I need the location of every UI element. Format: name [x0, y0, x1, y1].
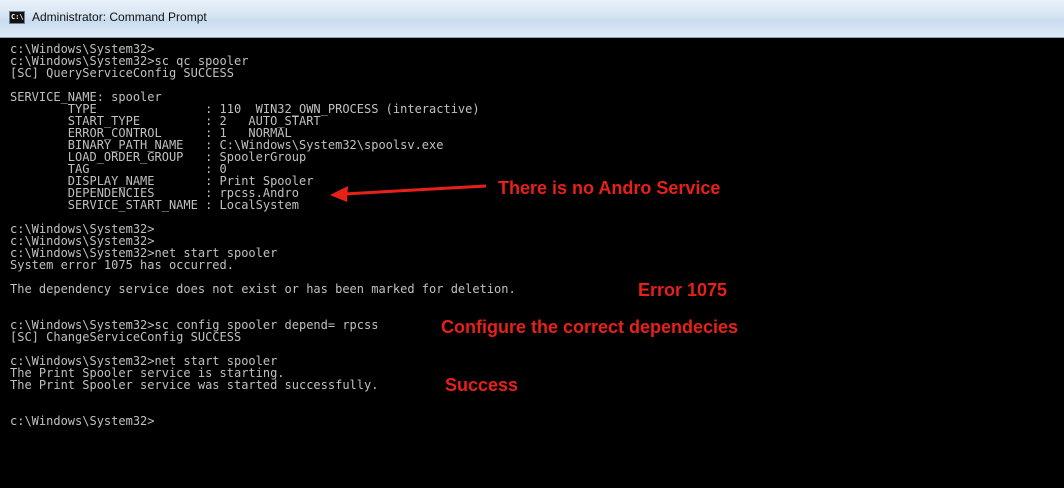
console-line: c:\Windows\System32> — [10, 42, 155, 56]
console-output[interactable]: c:\Windows\System32> c:\Windows\System32>… — [0, 38, 1064, 488]
console-line: The dependency service does not exist or… — [10, 282, 516, 296]
console-lines: c:\Windows\System32> c:\Windows\System32>… — [10, 42, 516, 428]
console-line: SERVICE_NAME: spooler — [10, 90, 162, 104]
console-line: c:\Windows\System32> — [10, 414, 155, 428]
title-bar[interactable]: C:\ Administrator: Command Prompt — [0, 0, 1064, 38]
console-line: BINARY_PATH_NAME : C:\Windows\System32\s… — [10, 138, 444, 152]
console-line: DEPENDENCIES : rpcss.Andro — [10, 186, 299, 200]
console-line: The Print Spooler service was started su… — [10, 378, 379, 392]
annotation-success: Success — [445, 375, 519, 395]
console-line: c:\Windows\System32> — [10, 234, 155, 248]
window-title: Administrator: Command Prompt — [32, 10, 207, 24]
console-line: [SC] QueryServiceConfig SUCCESS — [10, 66, 234, 80]
console-line: The Print Spooler service is starting. — [10, 366, 285, 380]
console-line: c:\Windows\System32> — [10, 222, 155, 236]
console-line: TYPE : 110 WIN32_OWN_PROCESS (interactiv… — [10, 102, 480, 116]
console-line: SERVICE_START_NAME : LocalSystem — [10, 198, 299, 212]
console-line: c:\Windows\System32>net start spooler — [10, 246, 278, 260]
console-line: DISPLAY_NAME : Print Spooler — [10, 174, 314, 188]
command-prompt-window: C:\ Administrator: Command Prompt c:\Win… — [0, 0, 1064, 488]
console-line: c:\Windows\System32>sc qc spooler — [10, 54, 249, 68]
console-line: ERROR_CONTROL : 1 NORMAL — [10, 126, 292, 140]
console-line: c:\Windows\System32>sc config spooler de… — [10, 318, 379, 332]
annotation-configure-dependencies: Configure the correct dependecies — [441, 317, 739, 337]
console-line: c:\Windows\System32>net start spooler — [10, 354, 278, 368]
console-icon: C:\ — [9, 11, 25, 24]
annotation-no-andro: There is no Andro Service — [498, 178, 721, 198]
annotation-error-1075: Error 1075 — [638, 280, 728, 300]
